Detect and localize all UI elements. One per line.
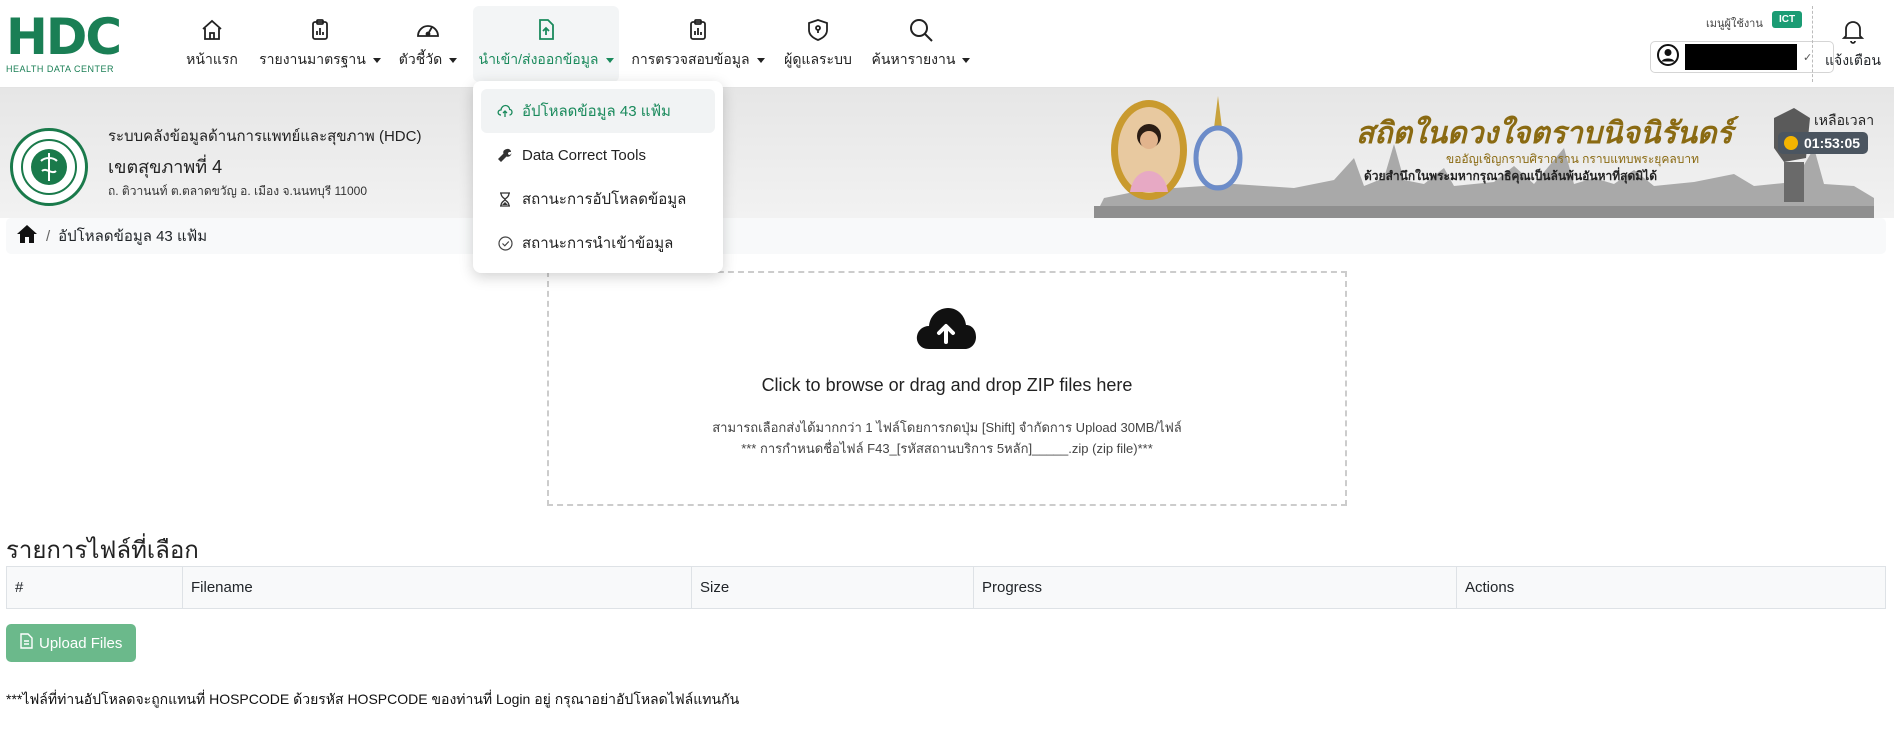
column-header-size: Size [691,566,974,609]
logo-subtitle: HEALTH DATA CENTER [6,64,115,74]
user-role-badge: ICT [1772,11,1803,28]
cloud-upload-icon [915,305,977,356]
chevron-down-icon: ✓ [1803,51,1813,64]
banner-line-2: ด้วยสำนึกในพระมหากรุณาธิคุณเป็นล้นพ้นอัน… [1364,169,1657,183]
upload-files-label: Upload Files [39,634,123,652]
column-header-index: # [6,566,183,609]
logo-mark: HDC [6,8,122,66]
home-icon[interactable] [16,224,38,248]
top-navbar: HDC HEALTH DATA CENTER หน้าแรก รายงานมาต… [0,0,1894,88]
notifications-button[interactable]: แจ้งเตือน [1820,18,1886,72]
breadcrumb: / อัปโหลดข้อมูล 43 แฟ้ม [6,218,1886,254]
nav-label: รายงานมาตรฐาน [259,51,366,67]
table-header-row: # Filename Size Progress Actions [6,566,1886,609]
nav-home[interactable]: หน้าแรก [182,6,242,82]
nav-label: นำเข้า/ส่งออกข้อมูล [478,51,599,67]
column-header-filename: Filename [182,566,692,609]
nav-label: ตัวชี้วัด [398,51,443,67]
selected-files-table: # Filename Size Progress Actions [6,566,1886,609]
gauge-icon [415,17,441,43]
nav-label: การตรวจสอบข้อมูล [631,51,750,67]
hospcode-footnote: ***ไฟล์ที่ท่านอัปโหลดจะถูกแทนที่ HOSPCOD… [6,691,740,707]
import-export-dropdown: อัปโหลดข้อมูล 43 แฟ้ม Data Correct Tools… [473,81,723,273]
breadcrumb-current: อัปโหลดข้อมูล 43 แฟ้ม [58,228,208,245]
nav-label: ผู้ดูแลระบบ [784,51,852,67]
breadcrumb-separator: / [46,227,51,245]
selected-files-title: รายการไฟล์ที่เลือก [6,537,199,564]
nav-divider [1812,6,1813,82]
dropzone-note-2: *** การกำหนดชื่อไฟล์ F43_[รหัสสถานบริการ… [741,441,1153,456]
caret-down-icon [756,57,765,63]
menu-item-label: สถานะการอัปโหลดข้อมูล [522,191,687,208]
nav-label: ค้นหารายงาน [871,51,956,67]
notifications-label: แจ้งเตือน [1825,52,1881,68]
menu-item-label: อัปโหลดข้อมูล 43 แฟ้ม [522,103,671,120]
menu-item-label: สถานะการนำเข้าข้อมูล [522,235,674,252]
clipboard-check-icon [685,17,711,43]
cloud-upload-icon [497,104,513,118]
site-address: ถ. ติวานนท์ ต.ตลาดขวัญ อ. เมือง จ.นนทบุร… [108,184,368,198]
home-icon [199,17,225,43]
user-dropdown[interactable]: ✓ [1650,41,1834,73]
site-name: ระบบคลังข้อมูลด้านการแพทย์และสุขภาพ (HDC… [108,128,422,145]
nav-label: หน้าแรก [186,51,238,67]
caret-down-icon [449,57,458,63]
moph-seal-logo [10,128,88,206]
upload-files-button[interactable]: Upload Files [6,624,137,662]
dropzone-title: Click to browse or drag and drop ZIP fil… [761,375,1133,395]
session-timer: 01:53:05 [1778,132,1869,154]
time-left-label: เหลือเวลา [1814,112,1875,128]
file-icon [20,633,33,653]
nav-data-check[interactable]: การตรวจสอบข้อมูล [630,6,766,82]
menu-item-label: Data Correct Tools [522,146,646,164]
menu-item-import-status[interactable]: สถานะการนำเข้าข้อมูล [481,221,715,265]
menu-item-upload-status[interactable]: สถานะการอัปโหลดข้อมูล [481,177,715,221]
hdc-logo[interactable]: HDC HEALTH DATA CENTER [6,12,126,74]
search-icon [908,17,934,43]
check-circle-icon [497,235,513,251]
hourglass-icon [497,191,513,207]
nav-search-reports[interactable]: ค้นหารายงาน [870,6,972,82]
menu-item-upload-43-files[interactable]: อัปโหลดข้อมูล 43 แฟ้ม [481,89,715,133]
health-region: เขตสุขภาพที่ 4 [108,157,223,177]
dropzone-note-1: สามารถเลือกส่งได้มากกว่า 1 ไฟล์โดยการกดป… [712,420,1182,435]
caret-down-icon [605,57,614,63]
nav-import-export[interactable]: นำเข้า/ส่งออกข้อมูล [473,6,619,82]
caret-down-icon [372,57,381,63]
wrench-icon [497,148,513,162]
menu-item-data-correct-tools[interactable]: Data Correct Tools [481,133,715,177]
column-header-actions: Actions [1456,566,1886,609]
nav-indicators[interactable]: ตัวชี้วัด [396,6,460,82]
caret-down-icon [962,57,971,63]
clock-icon [1784,136,1798,150]
nav-admin[interactable]: ผู้ดูแลระบบ [780,6,856,82]
column-header-progress: Progress [973,566,1457,609]
user-name-redacted [1685,44,1797,70]
report-clipboard-icon [307,17,333,43]
file-upload-icon [533,17,559,43]
file-dropzone[interactable]: Click to browse or drag and drop ZIP fil… [547,271,1347,506]
user-menu-label: เมนูผู้ใช้งาน [1706,18,1763,30]
user-avatar-icon [1657,43,1679,71]
session-time-value: 01:53:05 [1804,135,1861,151]
bell-icon [1840,18,1866,44]
nav-standard-reports[interactable]: รายงานมาตรฐาน [258,6,382,82]
shield-icon [805,17,831,43]
